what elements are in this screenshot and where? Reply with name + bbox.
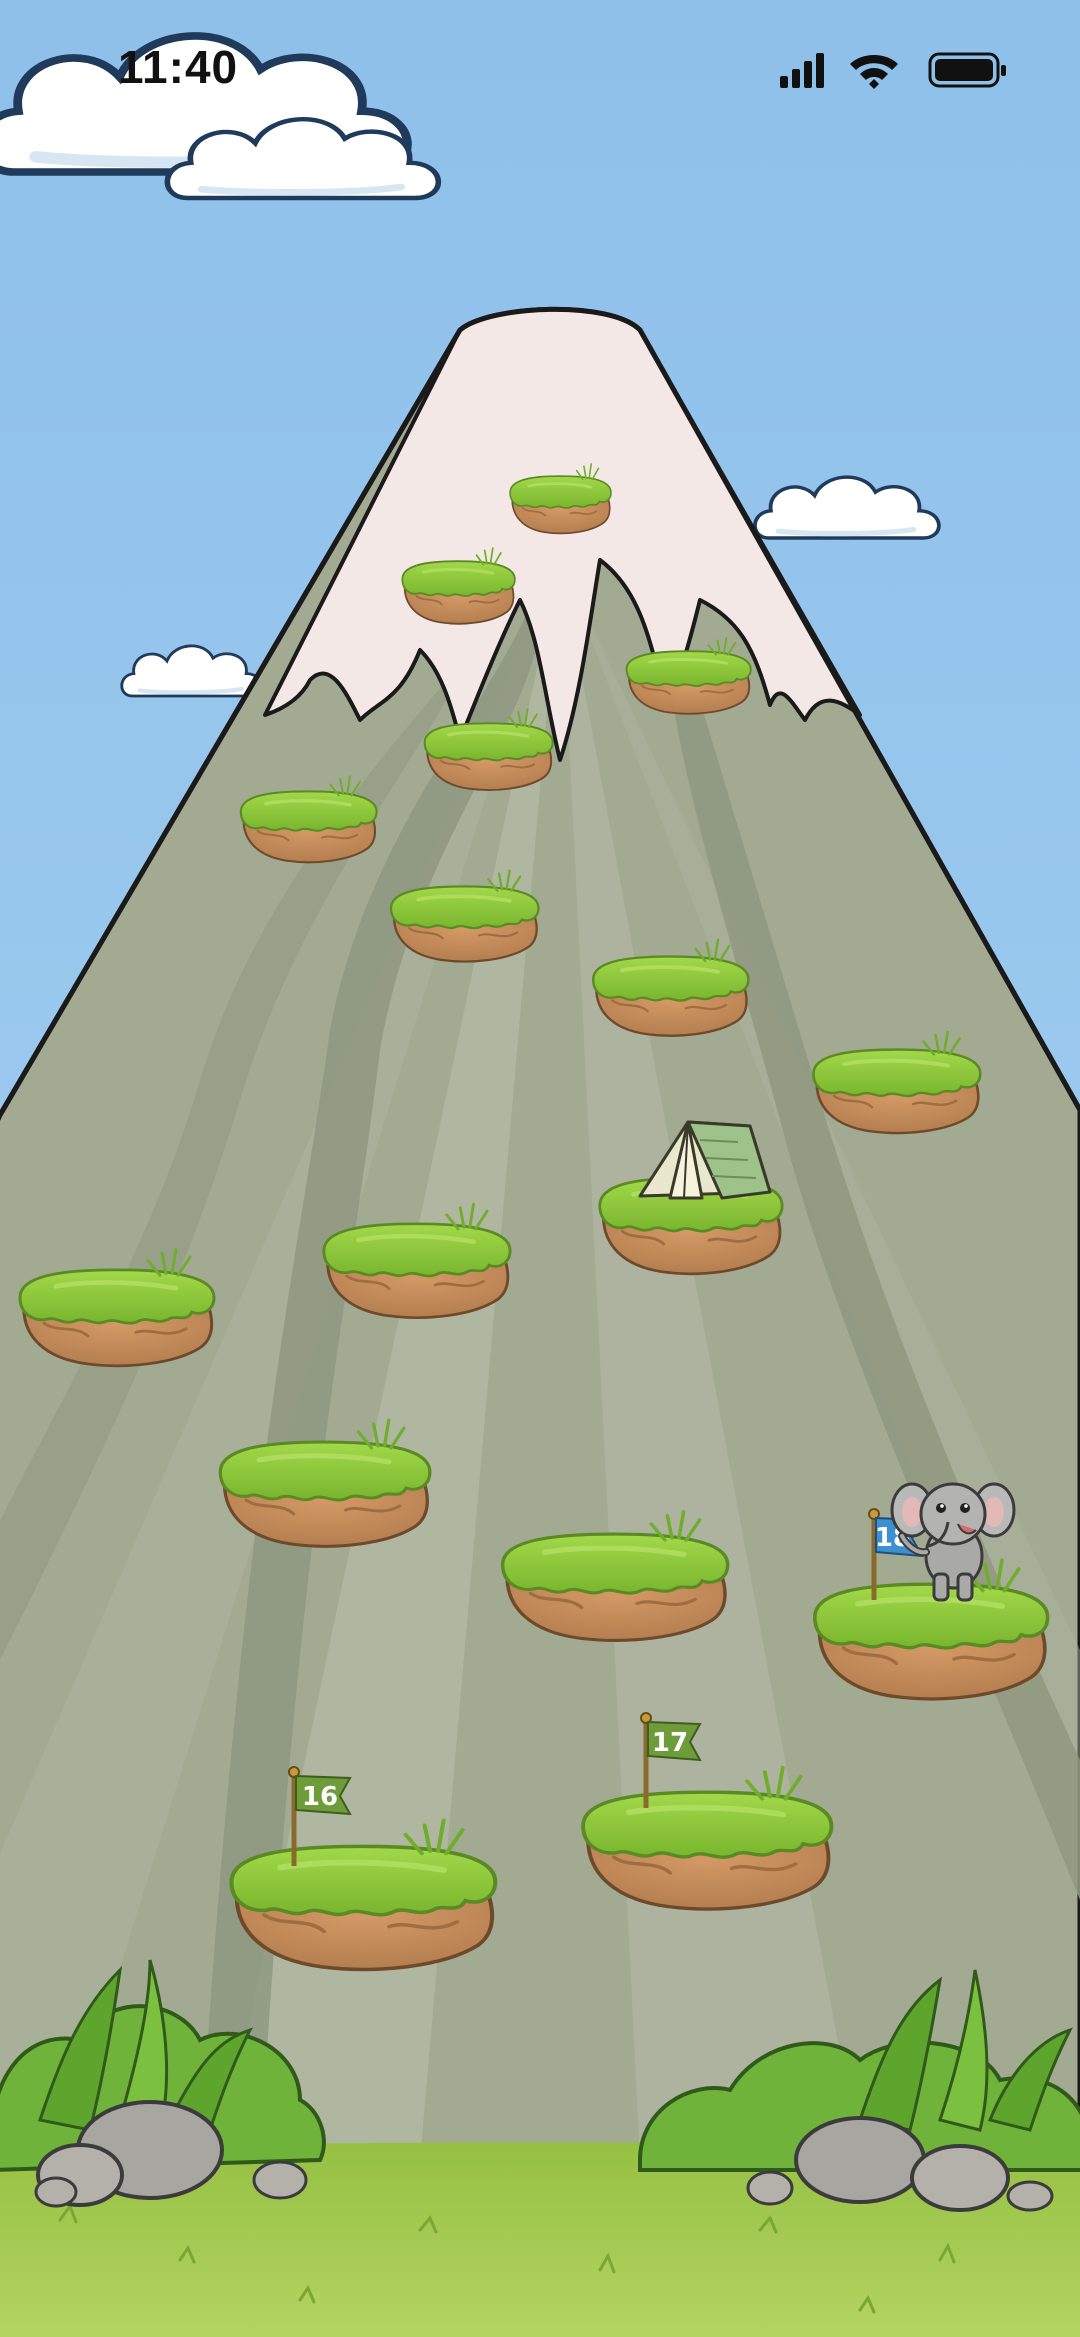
wifi-icon <box>850 55 898 89</box>
flag-label-17: 17 <box>652 1728 688 1758</box>
flag-label-16: 16 <box>302 1782 338 1812</box>
status-time: 11:40 <box>118 41 239 93</box>
cellular-signal-icon <box>780 53 824 88</box>
battery-icon <box>928 52 1006 88</box>
status-icons <box>780 52 1006 89</box>
level-map: 18 17 16 <box>0 0 1080 2337</box>
